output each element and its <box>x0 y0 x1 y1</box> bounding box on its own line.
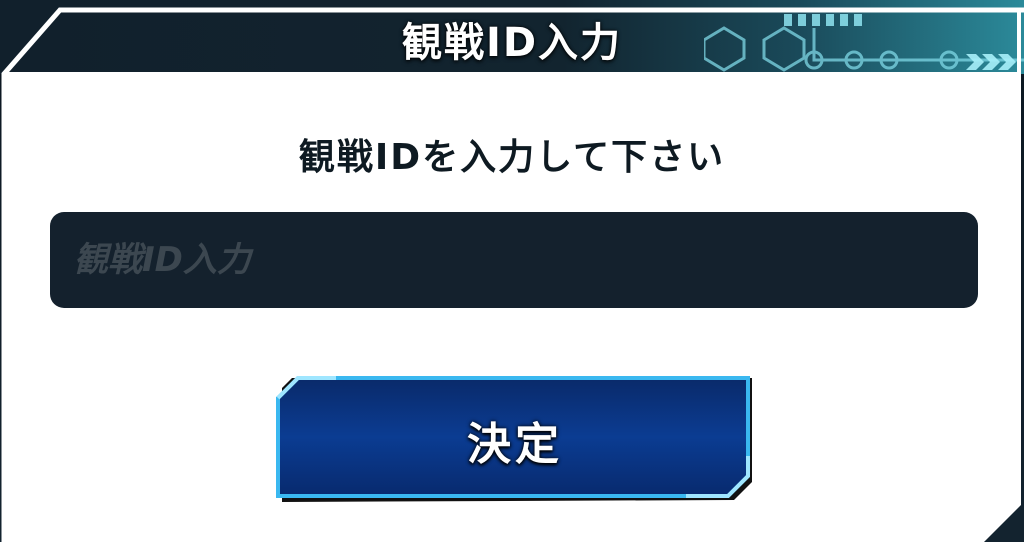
corner-decoration <box>984 502 1024 542</box>
prompt-text: 観戦IDを入力して下さい <box>298 137 726 178</box>
confirm-button[interactable]: 決定 <box>276 376 754 502</box>
confirm-button-label: 決定 <box>467 419 563 470</box>
screen: 観戦ID入力 観戦IDを入力して下さい 観戦ID入力 決定 <box>0 0 1024 542</box>
spectate-id-input[interactable] <box>50 212 978 308</box>
spectate-id-dialog: 観戦ID入力 観戦IDを入力して下さい 観戦ID入力 決定 <box>0 0 1024 542</box>
